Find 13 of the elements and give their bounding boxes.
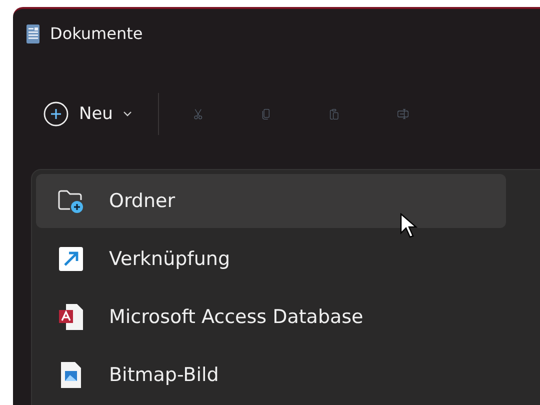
plus-circle-icon xyxy=(43,100,69,127)
window-title: Dokumente xyxy=(50,24,143,44)
new-button[interactable]: Neu xyxy=(35,92,140,135)
menu-item[interactable]: Microsoft Access Database xyxy=(36,290,506,344)
document-icon xyxy=(26,24,40,44)
mouse-pointer-icon xyxy=(400,213,418,239)
folder-plus-icon xyxy=(57,188,85,214)
database-file-icon xyxy=(58,303,84,331)
chevron-down-icon xyxy=(122,110,132,117)
image-file-icon xyxy=(60,361,82,389)
menu-item[interactable]: Bitmap-Bild xyxy=(36,348,506,402)
menu-item[interactable]: Ordner xyxy=(36,174,506,228)
menu-item[interactable]: Verknüpfung xyxy=(36,232,506,286)
